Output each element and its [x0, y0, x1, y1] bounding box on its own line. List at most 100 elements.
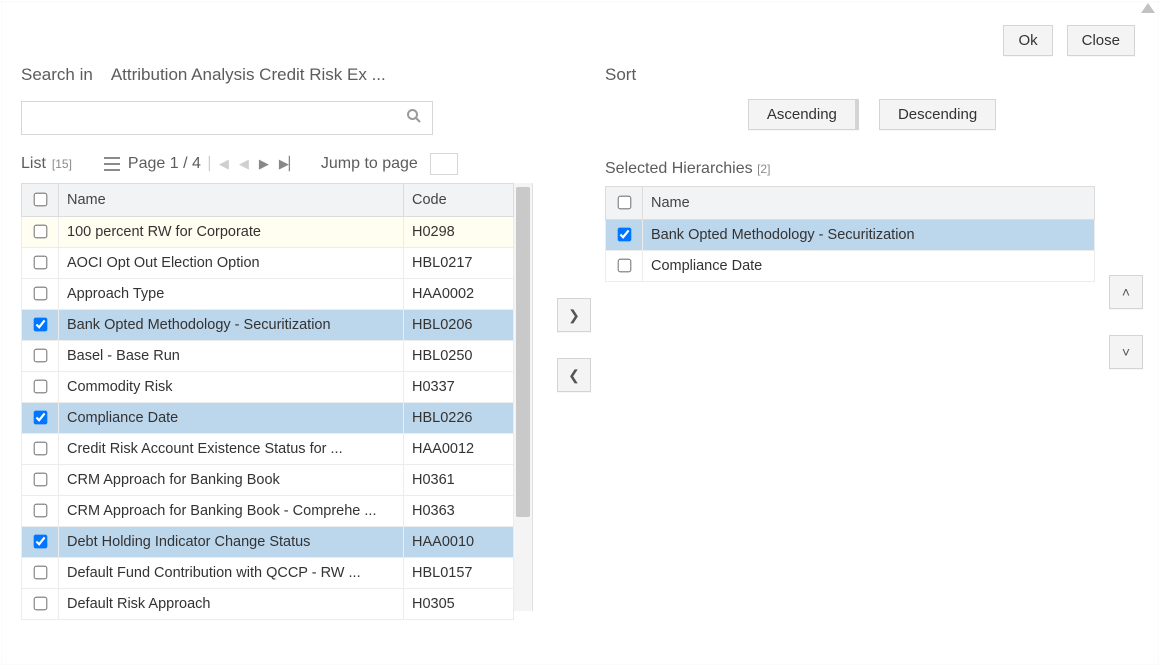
- table-row[interactable]: Commodity RiskH0337: [22, 372, 514, 403]
- row-checkbox[interactable]: [34, 597, 48, 611]
- table-row[interactable]: Bank Opted Methodology - SecuritizationH…: [22, 310, 514, 341]
- search-context: Attribution Analysis Credit Risk Ex ...: [111, 65, 386, 85]
- row-name: CRM Approach for Banking Book: [59, 465, 404, 496]
- row-checkbox[interactable]: [618, 259, 632, 273]
- row-name: 100 percent RW for Corporate: [59, 217, 404, 248]
- selected-count: [2]: [757, 162, 770, 176]
- close-button[interactable]: Close: [1067, 25, 1135, 56]
- selected-header: Selected Hierarchies [2]: [605, 160, 1139, 178]
- table-row[interactable]: Bank Opted Methodology - Securitization: [606, 220, 1095, 251]
- page-prev-icon[interactable]: ◀: [237, 156, 251, 172]
- table-row[interactable]: Approach TypeHAA0002: [22, 279, 514, 310]
- available-table-container: Name Code 100 percent RW for CorporateH0…: [21, 183, 533, 611]
- row-code: HBL0217: [404, 248, 514, 279]
- row-checkbox[interactable]: [34, 411, 48, 425]
- row-name: Credit Risk Account Existence Status for…: [59, 434, 404, 465]
- row-checkbox[interactable]: [618, 228, 632, 242]
- col-code[interactable]: Code: [404, 184, 514, 217]
- sort-label: Sort: [605, 65, 636, 84]
- table-row[interactable]: Default Risk ApproachH0305: [22, 589, 514, 620]
- row-checkbox[interactable]: [34, 473, 48, 487]
- row-checkbox[interactable]: [34, 535, 48, 549]
- row-code: H0361: [404, 465, 514, 496]
- list-count: [15]: [52, 157, 72, 171]
- table-row[interactable]: AOCI Opt Out Election OptionHBL0217: [22, 248, 514, 279]
- row-name: Commodity Risk: [59, 372, 404, 403]
- resize-corner-icon: [1141, 3, 1155, 13]
- row-code: HAA0002: [404, 279, 514, 310]
- row-code: HAA0010: [404, 527, 514, 558]
- table-row[interactable]: Credit Risk Account Existence Status for…: [22, 434, 514, 465]
- row-code: HBL0250: [404, 341, 514, 372]
- row-name: Basel - Base Run: [59, 341, 404, 372]
- table-row[interactable]: 100 percent RW for CorporateH0298: [22, 217, 514, 248]
- row-checkbox[interactable]: [34, 318, 48, 332]
- row-code: H0305: [404, 589, 514, 620]
- row-code: H0363: [404, 496, 514, 527]
- jump-to-page-input[interactable]: [430, 153, 458, 175]
- table-row[interactable]: Debt Holding Indicator Change StatusHAA0…: [22, 527, 514, 558]
- table-row[interactable]: Compliance Date: [606, 251, 1095, 282]
- selected-label: Selected Hierarchies: [605, 160, 753, 177]
- sort-descending-button[interactable]: Descending: [879, 99, 996, 130]
- row-checkbox[interactable]: [34, 442, 48, 456]
- row-name: Default Fund Contribution with QCCP - RW…: [59, 558, 404, 589]
- search-label: Search in: [21, 65, 93, 85]
- row-name: CRM Approach for Banking Book - Comprehe…: [59, 496, 404, 527]
- selected-table-container: Name Bank Opted Methodology - Securitiza…: [605, 186, 1095, 282]
- move-up-button[interactable]: ˄: [1109, 275, 1143, 309]
- row-name: Approach Type: [59, 279, 404, 310]
- dialog-actions: Ok Close: [993, 25, 1135, 56]
- row-checkbox[interactable]: [34, 380, 48, 394]
- row-code: H0337: [404, 372, 514, 403]
- table-row[interactable]: Default Fund Contribution with QCCP - RW…: [22, 558, 514, 589]
- selected-select-all-checkbox[interactable]: [618, 196, 632, 210]
- chevron-down-icon: ˅: [1122, 344, 1130, 360]
- list-view-icon[interactable]: [104, 157, 120, 171]
- chevron-up-icon: ˄: [1122, 284, 1130, 300]
- row-name: Bank Opted Methodology - Securitization: [59, 310, 404, 341]
- row-name: Bank Opted Methodology - Securitization: [643, 220, 1095, 251]
- page-next-icon[interactable]: ▶: [257, 156, 271, 172]
- page-indicator: Page 1 / 4: [128, 155, 201, 173]
- table-row[interactable]: Compliance DateHBL0226: [22, 403, 514, 434]
- row-checkbox[interactable]: [34, 256, 48, 270]
- row-name: Debt Holding Indicator Change Status: [59, 527, 404, 558]
- list-header: List [15] Page 1 / 4 ▏◀ ◀ ▶ ▶▏ Jump to p…: [21, 153, 533, 175]
- col-name[interactable]: Name: [59, 184, 404, 217]
- row-checkbox[interactable]: [34, 566, 48, 580]
- table-row[interactable]: CRM Approach for Banking Book - Comprehe…: [22, 496, 514, 527]
- move-left-button[interactable]: ❮: [557, 358, 591, 392]
- row-name: Compliance Date: [59, 403, 404, 434]
- move-right-button[interactable]: ❯: [557, 298, 591, 332]
- ok-button[interactable]: Ok: [1003, 25, 1052, 56]
- row-checkbox[interactable]: [34, 504, 48, 518]
- search-icon[interactable]: [396, 108, 432, 129]
- scrollbar-track[interactable]: [514, 183, 532, 611]
- row-code: HBL0157: [404, 558, 514, 589]
- hierarchy-picker-dialog: Ok Close Search in Attribution Analysis …: [0, 0, 1160, 666]
- page-last-icon[interactable]: ▶▏: [277, 156, 301, 172]
- available-pane: Search in Attribution Analysis Credit Ri…: [21, 65, 533, 625]
- row-code: H0298: [404, 217, 514, 248]
- table-row[interactable]: CRM Approach for Banking BookH0361: [22, 465, 514, 496]
- selected-table: Name Bank Opted Methodology - Securitiza…: [605, 186, 1095, 282]
- selected-col-name[interactable]: Name: [643, 187, 1095, 220]
- scrollbar-thumb[interactable]: [516, 187, 530, 517]
- row-code: HBL0206: [404, 310, 514, 341]
- search-input[interactable]: [22, 102, 396, 134]
- selected-pane: Sort Ascending Descending Selected Hiera…: [605, 65, 1139, 625]
- row-checkbox[interactable]: [34, 287, 48, 301]
- table-row[interactable]: Basel - Base RunHBL0250: [22, 341, 514, 372]
- reorder-controls: ˄ ˅: [1099, 275, 1143, 369]
- chevron-left-icon: ❮: [568, 367, 580, 384]
- search-box: [21, 101, 433, 135]
- available-table: Name Code 100 percent RW for CorporateH0…: [21, 183, 514, 620]
- move-down-button[interactable]: ˅: [1109, 335, 1143, 369]
- row-checkbox[interactable]: [34, 349, 48, 363]
- sort-ascending-button[interactable]: Ascending: [748, 99, 859, 130]
- row-checkbox[interactable]: [34, 225, 48, 239]
- page-first-icon[interactable]: ▏◀: [207, 156, 231, 172]
- select-all-checkbox[interactable]: [34, 193, 48, 207]
- chevron-right-icon: ❯: [568, 307, 580, 324]
